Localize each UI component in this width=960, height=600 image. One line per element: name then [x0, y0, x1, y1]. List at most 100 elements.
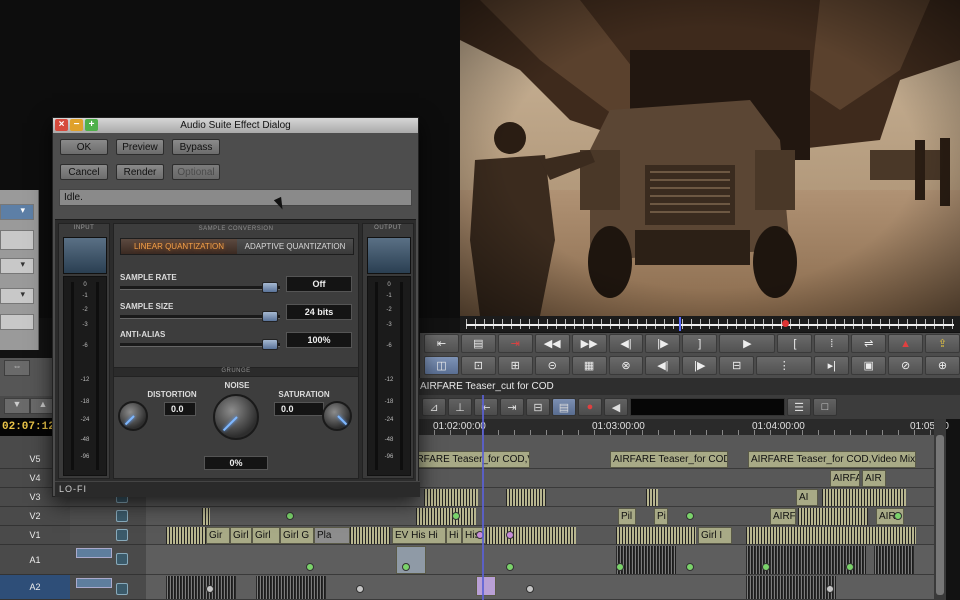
sample-size-value[interactable]: 24 bits	[286, 304, 352, 320]
tool-button-3[interactable]: ⊞	[497, 356, 533, 375]
distortion-knob[interactable]	[118, 401, 148, 431]
playhead[interactable]	[482, 395, 484, 600]
clip[interactable]: AIRFARE Teaser_for COD,V	[610, 451, 728, 468]
step-back-button[interactable]: ◀|	[608, 334, 644, 353]
clip-cluster[interactable]	[424, 489, 478, 506]
audio-waveform-toggle[interactable]	[76, 548, 112, 558]
keyframe[interactable]	[616, 563, 624, 571]
clip[interactable]: Hi	[446, 527, 462, 544]
keyframe[interactable]	[356, 585, 364, 593]
selected-audio-clip[interactable]	[476, 576, 496, 596]
keyframe[interactable]	[894, 512, 902, 520]
step-forward-button[interactable]: |▶	[645, 334, 681, 353]
trim-button[interactable]: ⇌	[851, 334, 887, 353]
clip[interactable]: AIRFARE Teaser_for COD,Video	[404, 451, 530, 468]
noise-knob[interactable]	[213, 394, 259, 440]
sample-rate-value[interactable]: Off	[286, 276, 352, 292]
adaptive-quantization-tab[interactable]: ADAPTIVE QUANTIZATION	[237, 239, 353, 254]
clip[interactable]: Girl I	[698, 527, 732, 544]
segment-right-icon[interactable]: ⇥	[500, 398, 524, 416]
saturation-knob[interactable]	[322, 401, 352, 431]
keyframe[interactable]	[762, 563, 770, 571]
clip-cluster[interactable]	[746, 527, 916, 544]
tool-button-4[interactable]: ⊝	[534, 356, 570, 375]
audio-waveform[interactable]	[874, 546, 914, 574]
track-monitor-icon[interactable]	[116, 583, 128, 595]
clip-cluster[interactable]	[822, 489, 906, 506]
keyframe[interactable]	[826, 585, 834, 593]
sample-rate-thumb[interactable]	[262, 282, 278, 293]
clip-cluster[interactable]	[798, 508, 868, 525]
keyframe[interactable]	[686, 512, 694, 520]
minimize-icon[interactable]: −	[70, 119, 83, 131]
bin-header-bar[interactable]: ▾	[0, 204, 34, 220]
preview-button[interactable]: Preview	[116, 139, 164, 155]
record-icon[interactable]: ●	[578, 398, 602, 416]
keyframe[interactable]	[402, 563, 410, 571]
bypass-button[interactable]: Bypass	[172, 139, 220, 155]
clip-cluster[interactable]	[616, 527, 696, 544]
clip[interactable]: AIRFARE Teaser_for COD,Video Mixdo	[748, 451, 916, 468]
track-view-icon[interactable]: ▤	[552, 398, 576, 416]
keyframe[interactable]	[286, 512, 294, 520]
bin-field[interactable]	[0, 230, 34, 250]
clip[interactable]: Girl	[252, 527, 280, 544]
clip[interactable]: Pi	[654, 508, 668, 525]
clip[interactable]: Pla	[314, 527, 350, 544]
option-icon[interactable]: □	[813, 398, 837, 416]
anti-alias-thumb[interactable]	[262, 339, 278, 350]
audio-waveform-toggle[interactable]	[76, 578, 112, 588]
keyframe[interactable]	[506, 563, 514, 571]
clip[interactable]: Pil	[618, 508, 636, 525]
keyframe[interactable]	[306, 563, 314, 571]
link-icon[interactable]: ⇔	[4, 360, 30, 376]
clip[interactable]: AIRFA	[830, 470, 860, 487]
clip-cluster[interactable]	[166, 527, 206, 544]
cancel-button[interactable]: Cancel	[60, 164, 108, 180]
no-entry-icon[interactable]: ⊘	[888, 356, 924, 375]
sample-size-slider[interactable]	[120, 315, 280, 319]
sync-button[interactable]: ◫	[424, 356, 459, 375]
play-button[interactable]: ▶	[719, 334, 776, 353]
export-button[interactable]: ⇪	[925, 334, 960, 353]
track-monitor-icon[interactable]	[116, 553, 128, 565]
audio-waveform[interactable]	[746, 576, 836, 599]
anti-alias-slider[interactable]	[120, 343, 280, 347]
lift-button[interactable]: ▤	[460, 334, 496, 353]
tool-button-6[interactable]: ⊗	[608, 356, 644, 375]
overwrite-button[interactable]: ▲	[888, 334, 924, 353]
zoom-down-icon[interactable]: ▼	[4, 398, 30, 414]
audio-clip[interactable]	[396, 546, 426, 574]
mark-out-button[interactable]: ]	[682, 334, 718, 353]
track-header-a1[interactable]: A1	[0, 545, 146, 575]
go-to-start-button[interactable]: ⇤	[424, 334, 459, 353]
track-header-a2[interactable]: A2	[0, 575, 146, 600]
saturation-value[interactable]: 0.0	[274, 402, 324, 416]
bin-field-2[interactable]	[0, 314, 34, 330]
rewind-button[interactable]: ◀◀	[534, 334, 570, 353]
position-indicator[interactable]	[679, 317, 681, 331]
clip-cluster[interactable]	[202, 508, 210, 525]
trim-icon[interactable]: ⊟	[526, 398, 550, 416]
clip[interactable]: Gir	[206, 527, 230, 544]
tool-button-8[interactable]: |▶	[682, 356, 718, 375]
clip-cluster[interactable]	[646, 489, 658, 506]
fast-forward-button[interactable]: ▶▶	[571, 334, 607, 353]
track-monitor-icon[interactable]	[116, 529, 128, 541]
clip[interactable]: AIR	[862, 470, 886, 487]
segment-left-icon[interactable]: ⇤	[474, 398, 498, 416]
clip-cluster[interactable]	[486, 527, 576, 544]
anti-alias-value[interactable]: 100%	[286, 332, 352, 348]
clip-cluster[interactable]	[506, 489, 546, 506]
keyframe[interactable]	[452, 512, 460, 520]
keyframe[interactable]	[506, 531, 514, 539]
sample-rate-slider[interactable]	[120, 286, 280, 290]
audio-waveform[interactable]	[256, 576, 326, 599]
ok-button[interactable]: OK	[60, 139, 108, 155]
clip[interactable]: AIRF	[770, 508, 796, 525]
extract-button[interactable]: ⇥	[497, 334, 533, 353]
track-header-v1[interactable]: V1	[0, 526, 146, 545]
close-icon[interactable]: ×	[55, 119, 68, 131]
scrollbar-thumb[interactable]	[936, 435, 944, 595]
linear-quantization-tab[interactable]: LINEAR QUANTIZATION	[121, 239, 237, 254]
